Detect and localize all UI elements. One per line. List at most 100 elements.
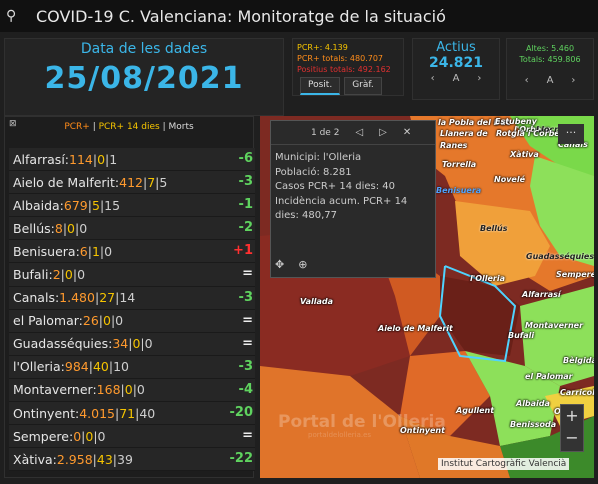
pcr14-value: 43 [96,451,113,467]
list-item[interactable]: Bellús: 8 | 0 | 0 -2 [9,217,255,241]
zoom-in-button[interactable]: + [561,405,583,427]
zoom-out-button[interactable]: − [561,427,583,449]
chevron-right-icon[interactable]: ▷ [379,127,387,138]
morts-value: 0 [136,382,145,398]
pcr14-value: 0 [103,313,111,329]
popup-pager: 1 de 2 [311,127,340,138]
pcr-value: 1.480 [59,290,95,306]
pcr14-value: 40 [92,359,109,375]
list-item[interactable]: Xàtiva: 2.958 | 43 | 39 -22 [9,448,255,472]
list-item[interactable]: Alfarrasí: 114 | 0 | 1 -6 [9,148,255,172]
trend-delta: -1 [238,197,253,213]
map-popup: 1 de 2 ◁ ▷ ✕ Municipi: l'Olleria Poblaci… [270,120,436,278]
pcr-value: 2 [52,267,61,283]
trend-delta: -2 [238,220,253,236]
actius-page-label: A [452,73,460,84]
pcr-value: 679 [63,197,88,213]
pcr-value: 8 [54,220,63,236]
municipality-name: Xàtiva: [13,451,57,467]
pcr-value: 412 [119,174,143,190]
header-pcr: PCR+ [64,122,90,132]
map-label-novele: Novelé [494,175,525,184]
dashboard: { "header": {"title": "COVID-19 C. Valen… [0,0,598,484]
list-item[interactable]: l'Olleria: 984 | 40 | 10 -3 [9,355,255,379]
map-label-torrella: Torrella [442,160,477,169]
map-label-aielo: Aielo de Malferit [378,324,453,333]
trend-delta: = [242,428,253,444]
map-watermark: Portal de l'Olleria [278,412,446,432]
positius-total: Positius totals: 492.162 [297,65,391,74]
popup-municipi: Municipi: l'Olleria [275,152,362,163]
pcr14-value: 0 [124,382,133,398]
map-label-guadassequies: Guadasséquies [526,252,594,261]
close-icon[interactable]: ✕ [403,127,411,138]
list-item[interactable]: Aielo de Malferit: 412 | 7 | 5 -3 [9,171,255,195]
header-separator: | [89,122,99,132]
chevron-left-icon[interactable]: ◁ [355,127,363,138]
map-label-albaida: Albaida [516,399,550,408]
municipality-name: l'Olleria: [13,359,65,375]
app-title: COVID-19 C. Valenciana: Monitoratge de l… [36,6,446,26]
trend-delta: -3 [238,174,253,190]
virus-icon: ⚲ [6,8,17,24]
prev-icon[interactable]: ‹ [525,75,529,86]
tab-graf[interactable]: Gràf. [344,77,382,95]
pcr14-value: 0 [67,220,75,236]
zoom-to-icon[interactable]: ⊕ [298,258,307,271]
popup-casos: Casos PCR+ 14 dies: 40 [275,181,396,192]
header-morts: Morts [168,122,194,132]
list-item[interactable]: Guadasséquies: 34 | 0 | 0 = [9,332,255,356]
municipality-name: Montaverner: [13,382,97,398]
trend-delta: -20 [229,405,254,421]
pcr-value: 4.015 [79,405,115,421]
tab-posit[interactable]: Posit. [300,77,341,95]
next-icon[interactable]: › [571,75,575,86]
municipality-list: ⊠ PCR+ | PCR+ 14 dies | Morts Alfarrasí:… [4,116,255,478]
trend-delta: -4 [238,381,253,397]
morts-value: 5 [159,174,168,190]
date-value: 25/08/2021 [44,61,244,96]
map-menu-button[interactable]: ··· [558,124,584,144]
list-item[interactable]: el Palomar: 26 | 0 | 0 = [9,309,255,333]
trend-delta: +1 [233,243,253,259]
altes-pager: ‹ A › [507,75,593,86]
list-item[interactable]: Montaverner: 168 | 0 | 0 -4 [9,378,255,403]
map-attribution: Institut Cartogràfic Valencià [438,458,570,470]
list-item[interactable]: Ontinyent: 4.015 | 71 | 40 -20 [9,402,255,426]
list-item[interactable]: Sempere: 0 | 0 | 0 = [9,425,255,449]
list-item[interactable]: Canals: 1.480 | 27 | 14 -3 [9,286,255,310]
map-label-ranes: Ranes [440,141,468,150]
municipality-name: Sempere: [13,428,74,444]
prev-icon[interactable]: ‹ [431,73,435,84]
map-label-llanera: Llanera de [440,129,488,138]
pcr14-value: 27 [99,290,116,306]
trend-delta: = [242,266,253,282]
popup-body: Municipi: l'Olleria Població: 8.281 Caso… [271,145,435,230]
morts-value: 0 [97,428,106,444]
actius-panel: Actius 24.821 ‹ A › [412,38,500,100]
pcr-count: PCR+: 4.139 [297,43,348,52]
zoom-control: + − [560,404,584,452]
municipality-name: Guadasséquies: [13,336,113,352]
morts-value: 0 [115,313,124,329]
pcr14-value: 0 [97,151,106,167]
list-item[interactable]: Bufali: 2 | 0 | 0 = [9,263,255,287]
map-label-benissoda: Benissoda [510,420,557,429]
list-item[interactable]: Benisuera: 6 | 1 | 0 +1 [9,240,255,264]
date-panel: Data de les dades 25/08/2021 [4,38,284,116]
date-label: Data de les dades [80,41,208,57]
list-item[interactable]: Albaida: 679 | 5 | 15 -1 [9,194,255,218]
map-label-el-palomar: el Palomar [525,372,573,381]
popup-footer: ✥ ⊕ [275,258,307,271]
pcr14-value: 1 [91,243,100,259]
pan-icon[interactable]: ✥ [275,258,284,271]
morts-value: 0 [144,336,153,352]
map-label-belgida: Bèlgida [563,356,594,365]
map-label-vallada: Vallada [300,297,333,306]
municipality-name: Canals: [13,290,60,306]
list-rows: Alfarrasí: 114 | 0 | 1 -6 Aielo de Malferi… [9,148,255,472]
list-header: PCR+ | PCR+ 14 dies | Morts [5,117,253,145]
next-icon[interactable]: › [477,73,481,84]
municipality-name: Albaida: [13,197,64,213]
pcr-value: 114 [69,151,93,167]
